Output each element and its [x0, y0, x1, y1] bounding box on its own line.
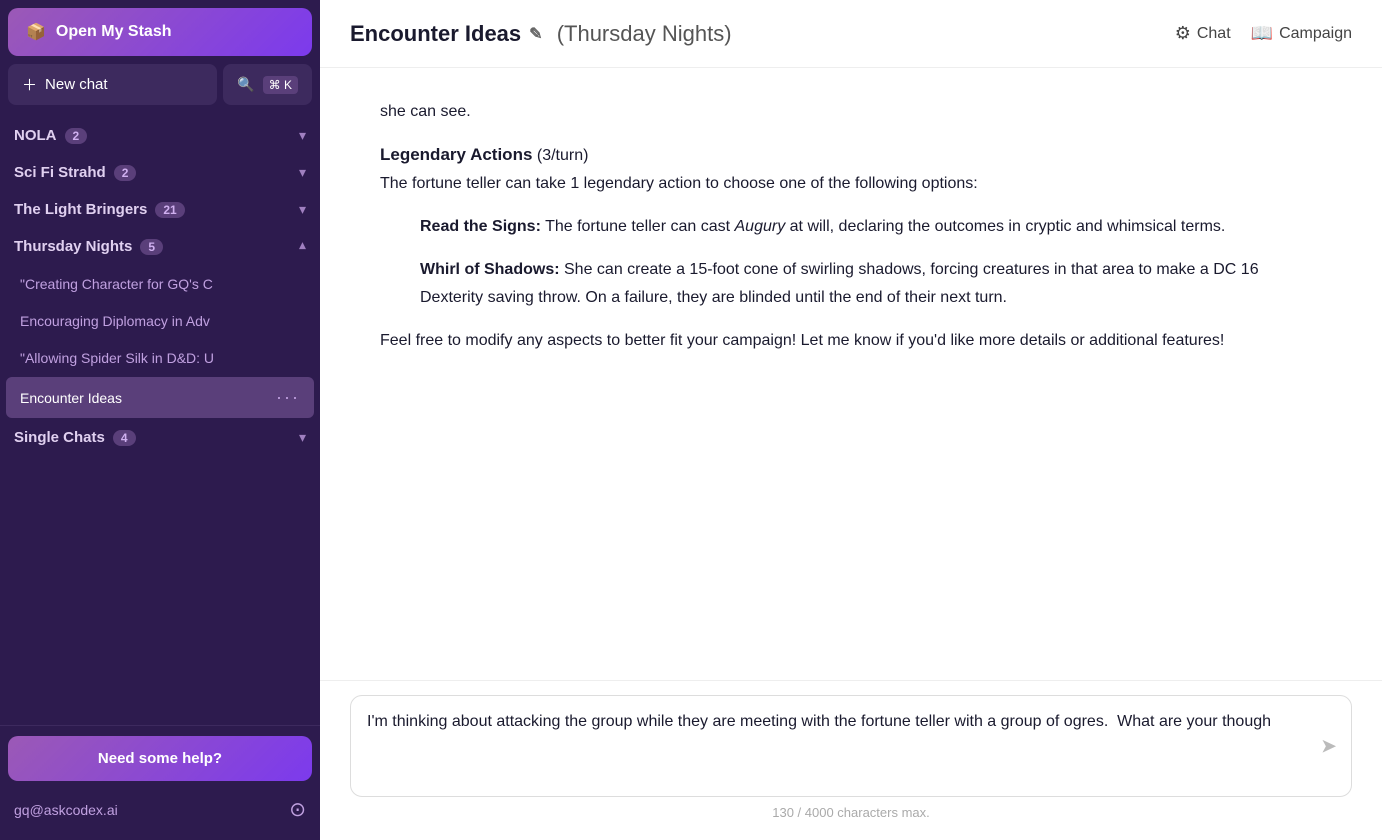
- campaign-action-label: Campaign: [1279, 25, 1352, 43]
- gear-icon: ⚙: [1175, 23, 1191, 44]
- section-title-nola: NOLA 2: [14, 127, 87, 144]
- input-container: ➤: [350, 695, 1352, 797]
- send-button[interactable]: ➤: [1320, 734, 1337, 759]
- main-panel: Encounter Ideas ✎ (Thursday Nights) ⚙ Ch…: [320, 0, 1382, 840]
- section-header-light-bringers[interactable]: The Light Bringers 21 ▾: [0, 191, 320, 228]
- chat-title-text: Encounter Ideas: [350, 21, 521, 47]
- sidebar-actions: ＋ New chat 🔍 ⌘ K: [0, 64, 320, 113]
- new-chat-label: New chat: [45, 76, 108, 93]
- whirl-heading: Whirl of Shadows:: [420, 261, 560, 278]
- section-count-light-bringers: 21: [155, 202, 184, 218]
- legendary-actions-heading: Legendary Actions: [380, 145, 532, 164]
- open-stash-button[interactable]: 📦 Open My Stash: [8, 8, 312, 56]
- chat-action[interactable]: ⚙ Chat: [1175, 23, 1231, 44]
- sidebar: 📦 Open My Stash ＋ New chat 🔍 ⌘ K NOLA 2 …: [0, 0, 320, 840]
- stash-icon: 📦: [26, 22, 46, 42]
- user-menu-button[interactable]: ⊙: [289, 797, 306, 822]
- read-signs-item: Read the Signs: The fortune teller can c…: [420, 213, 1322, 240]
- section-header-scifi-strahd[interactable]: Sci Fi Strahd 2 ▾: [0, 154, 320, 191]
- chevron-single-chats: ▾: [299, 429, 306, 446]
- user-row: gq@askcodex.ai ⊙: [8, 789, 312, 830]
- help-button[interactable]: Need some help?: [8, 736, 312, 781]
- campaign-label: (Thursday Nights): [551, 21, 732, 47]
- whirl-item: Whirl of Shadows: She can create a 15-fo…: [420, 256, 1322, 310]
- section-count-scifi-strahd: 2: [114, 165, 137, 181]
- section-count-single-chats: 4: [113, 430, 136, 446]
- intro-paragraph: she can see.: [380, 98, 1322, 125]
- campaign-action[interactable]: 📖 Campaign: [1251, 23, 1352, 44]
- legendary-actions-intro: The fortune teller can take 1 legendary …: [380, 175, 978, 192]
- chevron-light-bringers: ▾: [299, 201, 306, 218]
- topbar-actions: ⚙ Chat 📖 Campaign: [1175, 23, 1352, 44]
- search-icon: 🔍: [237, 76, 254, 93]
- chat-item-encouraging-diplomacy[interactable]: Encouraging Diplomacy in Adv: [6, 303, 314, 339]
- plus-icon: ＋: [22, 74, 37, 95]
- closing-paragraph: Feel free to modify any aspects to bette…: [380, 327, 1322, 354]
- section-title-scifi-strahd: Sci Fi Strahd 2: [14, 164, 136, 181]
- new-chat-button[interactable]: ＋ New chat: [8, 64, 217, 105]
- open-stash-label: Open My Stash: [56, 23, 172, 41]
- chevron-nola: ▾: [299, 127, 306, 144]
- section-header-thursday-nights[interactable]: Thursday Nights 5 ▾: [0, 228, 320, 265]
- chat-item-creating-character[interactable]: "Creating Character for GQ's C: [6, 266, 314, 302]
- dots-icon[interactable]: ···: [276, 387, 300, 408]
- chevron-scifi-strahd: ▾: [299, 164, 306, 181]
- search-shortcut: ⌘ K: [263, 76, 298, 94]
- legendary-actions-paragraph: Legendary Actions (3/turn) The fortune t…: [380, 141, 1322, 197]
- sidebar-list: NOLA 2 ▾ Sci Fi Strahd 2 ▾ The Light Bri…: [0, 113, 320, 725]
- legendary-actions-list: Read the Signs: The fortune teller can c…: [380, 213, 1322, 311]
- chat-item-allowing-spider-silk[interactable]: "Allowing Spider Silk in D&D: U: [6, 340, 314, 376]
- section-title-single-chats: Single Chats 4: [14, 429, 136, 446]
- section-title-thursday-nights: Thursday Nights 5: [14, 238, 163, 255]
- read-signs-heading: Read the Signs:: [420, 218, 541, 235]
- section-header-nola[interactable]: NOLA 2 ▾: [0, 117, 320, 154]
- chevron-thursday-nights: ▾: [299, 238, 306, 255]
- topbar: Encounter Ideas ✎ (Thursday Nights) ⚙ Ch…: [320, 0, 1382, 68]
- input-area: ➤ 130 / 4000 characters max.: [320, 680, 1382, 840]
- message-text: she can see. Legendary Actions (3/turn) …: [380, 98, 1322, 354]
- read-signs-text: The fortune teller can cast Augury at wi…: [545, 218, 1225, 235]
- section-title-light-bringers: The Light Bringers 21: [14, 201, 185, 218]
- chat-title: Encounter Ideas ✎ (Thursday Nights): [350, 21, 732, 47]
- chat-action-label: Chat: [1197, 25, 1231, 43]
- chat-item-encounter-ideas[interactable]: Encounter Ideas···: [6, 377, 314, 418]
- message-input[interactable]: [367, 710, 1301, 782]
- section-header-single-chats[interactable]: Single Chats 4 ▾: [0, 419, 320, 456]
- book-icon: 📖: [1251, 23, 1273, 44]
- edit-title-icon[interactable]: ✎: [529, 24, 542, 44]
- section-count-thursday-nights: 5: [140, 239, 163, 255]
- legendary-actions-detail: (3/turn): [537, 147, 589, 164]
- user-email: gq@askcodex.ai: [14, 802, 118, 818]
- section-count-nola: 2: [65, 128, 88, 144]
- search-button[interactable]: 🔍 ⌘ K: [223, 64, 312, 105]
- content-area: she can see. Legendary Actions (3/turn) …: [320, 68, 1382, 680]
- char-count: 130 / 4000 characters max.: [350, 805, 1352, 820]
- sidebar-footer: Need some help? gq@askcodex.ai ⊙: [0, 725, 320, 840]
